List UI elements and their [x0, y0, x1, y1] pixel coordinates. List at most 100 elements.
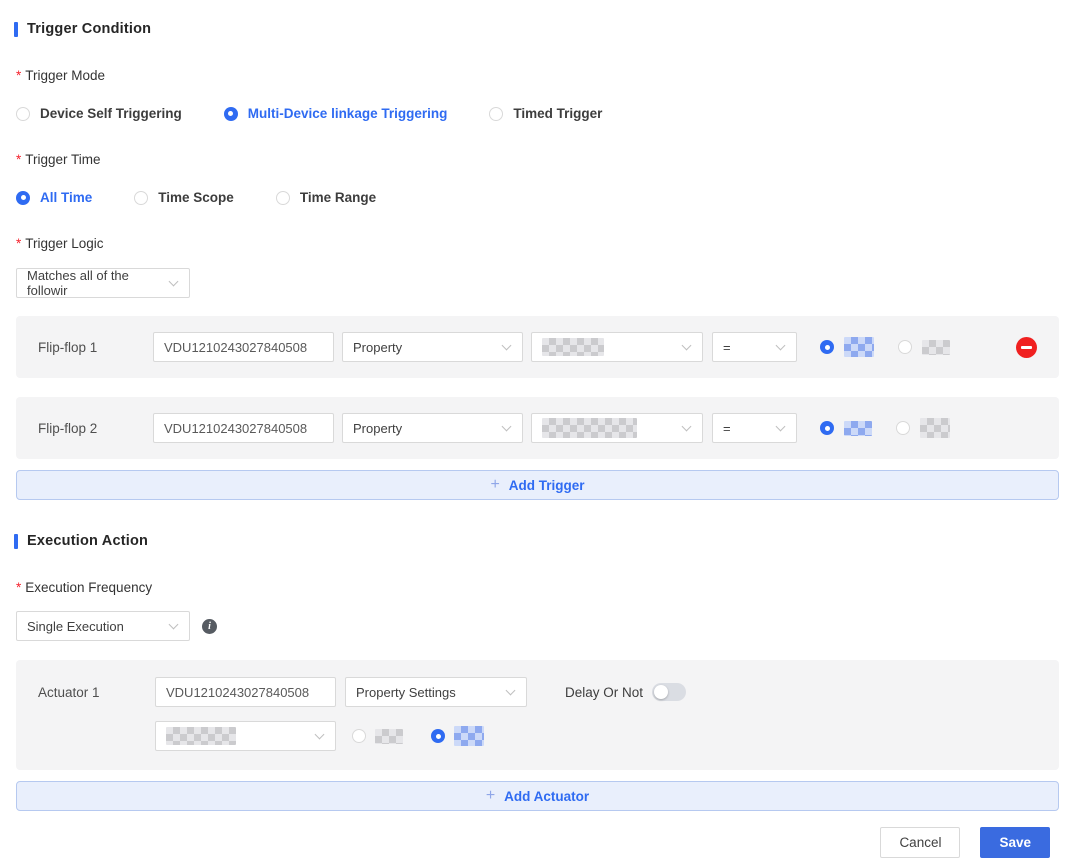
radio-icon	[16, 106, 30, 121]
chevron-down-icon	[776, 423, 786, 433]
section-accent-bar	[14, 533, 18, 549]
trigger-mode-label: * Trigger Mode	[16, 68, 106, 83]
radio-all-time[interactable]: All Time	[16, 190, 92, 205]
flip-flop-2-value-option[interactable]	[896, 418, 950, 438]
redacted-option-label	[920, 418, 950, 438]
chevron-down-icon	[506, 687, 516, 697]
execution-frequency-value: Single Execution	[27, 618, 124, 634]
flip-flop-1-value-option[interactable]	[898, 339, 950, 355]
radio-device-self-triggering[interactable]: Device Self Triggering	[16, 106, 182, 121]
redacted-property-value	[166, 727, 236, 745]
flip-flop-1-value-option-selected[interactable]	[820, 337, 874, 357]
redacted-option-label	[454, 726, 484, 746]
actuator-1-row: Actuator 1 Property Settings Delay Or No…	[16, 660, 1059, 770]
radio-label: Device Self Triggering	[40, 106, 182, 121]
section-title-text: Trigger Condition	[27, 21, 152, 37]
radio-icon	[489, 106, 504, 121]
condition-type-value: Property	[353, 420, 403, 436]
redacted-option-label	[922, 339, 950, 355]
radio-label: All Time	[40, 190, 93, 205]
operator-value: =	[723, 339, 731, 355]
flip-flop-2-property-select[interactable]	[531, 413, 703, 443]
chevron-down-icon	[315, 731, 325, 741]
flip-flop-1-row: Flip-flop 1 Property =	[16, 316, 1059, 378]
radio-time-range[interactable]: Time Range	[275, 190, 377, 205]
redacted-option-label	[844, 420, 872, 436]
chevron-down-icon	[682, 342, 692, 352]
radio-icon	[275, 190, 290, 205]
flip-flop-1-condition-type-select[interactable]: Property	[342, 332, 523, 362]
radio-icon	[352, 729, 366, 743]
trigger-mode-radio-group: Device Self Triggering Multi-Device link…	[16, 106, 1068, 121]
operator-value: =	[723, 420, 731, 436]
section-title-text: Execution Action	[27, 533, 149, 549]
actuator-1-device-id-input[interactable]	[155, 677, 336, 707]
plus-icon: +	[485, 787, 496, 804]
actuator-line-2	[38, 721, 1037, 751]
delay-toggle[interactable]	[652, 683, 687, 701]
trigger-logic-select[interactable]: Matches all of the followir	[16, 268, 190, 298]
cancel-button[interactable]: Cancel	[880, 827, 961, 858]
radio-label: Multi-Device linkage Triggering	[247, 106, 448, 121]
flip-flop-1-label: Flip-flop 1	[38, 339, 98, 355]
radio-time-scope[interactable]: Time Scope	[134, 190, 234, 205]
required-asterisk: *	[16, 152, 22, 167]
execution-frequency-row: Single Execution i	[16, 611, 1068, 641]
redacted-property-value	[542, 418, 637, 438]
radio-icon	[134, 190, 149, 205]
info-icon[interactable]: i	[202, 618, 217, 634]
execution-frequency-select[interactable]: Single Execution	[16, 611, 190, 641]
flip-flop-1-property-select[interactable]	[531, 332, 703, 362]
radio-label: Time Range	[299, 190, 377, 205]
radio-label: Timed Trigger	[513, 106, 603, 121]
redacted-property-value	[542, 338, 604, 356]
flip-flop-2-operator-select[interactable]: =	[712, 413, 797, 443]
redacted-option-label	[375, 728, 403, 744]
add-actuator-label: Add Actuator	[504, 788, 590, 804]
actuator-1-property-select[interactable]	[155, 721, 336, 751]
flip-flop-2-device-id-input[interactable]	[153, 413, 334, 443]
flip-flop-1-device-id-input[interactable]	[153, 332, 334, 362]
radio-timed-trigger[interactable]: Timed Trigger	[489, 106, 602, 121]
chevron-down-icon	[776, 342, 786, 352]
add-trigger-label: Add Trigger	[508, 477, 585, 493]
flip-flop-1-operator-select[interactable]: =	[712, 332, 797, 362]
minus-icon	[1021, 345, 1032, 349]
radio-icon	[896, 421, 910, 435]
actuator-1-label: Actuator 1	[38, 684, 100, 700]
actuator-value-option-selected[interactable]	[431, 726, 484, 746]
radio-selected-icon	[820, 340, 834, 354]
flip-flop-2-condition-type-select[interactable]: Property	[342, 413, 523, 443]
radio-selected-icon	[820, 421, 834, 435]
chevron-down-icon	[682, 423, 692, 433]
flip-flop-2-label: Flip-flop 2	[38, 420, 98, 436]
radio-selected-icon	[16, 190, 30, 205]
required-asterisk: *	[16, 68, 22, 83]
required-asterisk: *	[16, 236, 22, 251]
toggle-knob	[654, 685, 669, 699]
chevron-down-icon	[169, 278, 179, 288]
condition-type-value: Property	[353, 339, 403, 355]
actuator-value-option[interactable]	[352, 728, 403, 744]
radio-icon	[898, 340, 912, 354]
chevron-down-icon	[169, 621, 179, 631]
redacted-option-label	[844, 337, 874, 357]
trigger-logic-label: * Trigger Logic	[16, 236, 104, 251]
section-accent-bar	[14, 21, 18, 37]
add-actuator-button[interactable]: + Add Actuator	[16, 781, 1059, 811]
actuator-1-action-type-select[interactable]: Property Settings	[345, 677, 527, 707]
execution-frequency-label: * Execution Frequency	[16, 580, 153, 595]
radio-multi-device-linkage-triggering[interactable]: Multi-Device linkage Triggering	[223, 106, 448, 121]
trigger-time-label: * Trigger Time	[16, 152, 101, 167]
save-button[interactable]: Save	[980, 827, 1050, 858]
add-trigger-button[interactable]: + Add Trigger	[16, 470, 1059, 500]
flip-flop-2-value-option-selected[interactable]	[820, 420, 872, 436]
footer-actions: Cancel Save	[880, 827, 1050, 858]
remove-flip-flop-button[interactable]	[1016, 336, 1037, 358]
radio-selected-icon	[223, 106, 238, 121]
trigger-condition-section-title: Trigger Condition	[14, 21, 1068, 37]
linkage-rule-form: Trigger Condition * Trigger Mode Device S…	[0, 0, 1068, 858]
execution-action-section-title: Execution Action	[14, 533, 1068, 549]
delay-or-not-label: Delay Or Not	[565, 684, 644, 700]
chevron-down-icon	[502, 423, 512, 433]
